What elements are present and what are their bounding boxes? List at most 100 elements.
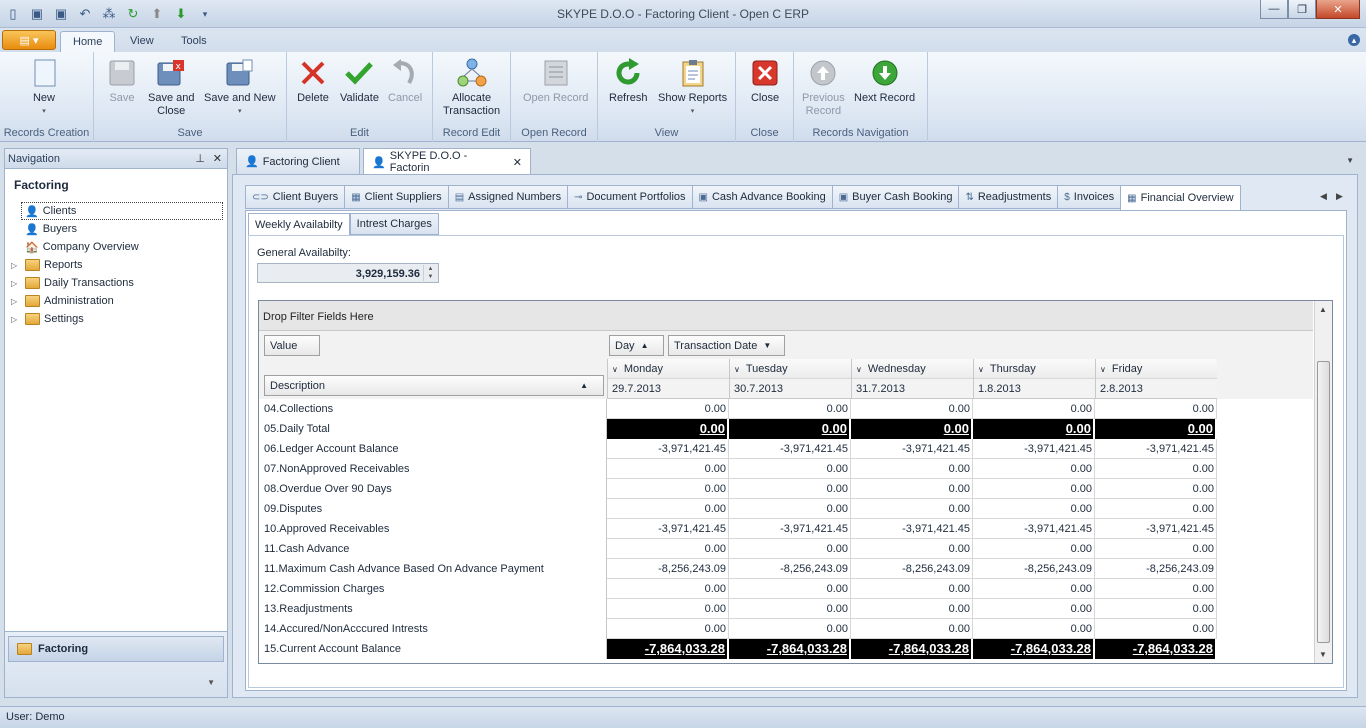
transaction-date-field-chip[interactable]: Transaction Date ▼ xyxy=(668,335,785,356)
expand-icon[interactable]: ▷ xyxy=(11,279,17,288)
tab-client-suppliers[interactable]: ▦ Client Suppliers xyxy=(344,185,448,209)
factoring-group-button[interactable]: Factoring xyxy=(8,636,224,662)
scroll-up-icon[interactable]: ▲ xyxy=(1319,305,1327,314)
nav-item-administration[interactable]: ▷ Administration xyxy=(5,292,227,310)
table-cell[interactable]: 0.00 xyxy=(851,399,973,419)
table-cell[interactable]: -3,971,421.45 xyxy=(729,439,851,459)
table-cell[interactable]: 0.00 xyxy=(729,579,851,599)
collapse-icon[interactable]: ∨ xyxy=(734,365,740,374)
table-cell[interactable]: 0.00 xyxy=(607,579,729,599)
table-cell[interactable]: 0.00 xyxy=(973,479,1095,499)
help-icon[interactable]: ▴ xyxy=(1348,34,1360,46)
table-cell[interactable]: 0.00 xyxy=(1095,459,1217,479)
table-cell[interactable]: -8,256,243.09 xyxy=(1095,559,1217,579)
table-cell[interactable]: 0.00 xyxy=(729,399,851,419)
table-cell[interactable]: 0.00 xyxy=(973,499,1095,519)
table-cell[interactable]: 0.00 xyxy=(1095,539,1217,559)
table-cell[interactable]: 0.00 xyxy=(973,459,1095,479)
table-cell[interactable]: -7,864,033.28 xyxy=(851,639,973,659)
expand-icon[interactable]: ▷ xyxy=(11,297,17,306)
tab-assigned-numbers[interactable]: ▤ Assigned Numbers xyxy=(447,185,568,209)
expand-icon[interactable]: ▷ xyxy=(11,315,17,324)
table-cell[interactable]: 0.00 xyxy=(607,499,729,519)
day-column-header[interactable]: ∨ Wednesday 31.7.2013 xyxy=(851,359,973,399)
allocate-transaction-button[interactable]: Allocate Transaction xyxy=(443,58,500,118)
collapse-icon[interactable]: ∨ xyxy=(1100,365,1106,374)
table-cell[interactable]: -7,864,033.28 xyxy=(973,639,1095,659)
spin-icon[interactable]: ▲ ▼ xyxy=(423,265,437,281)
table-cell[interactable]: -8,256,243.09 xyxy=(729,559,851,579)
previous-record-button[interactable]: Previous Record xyxy=(802,58,845,118)
table-cell[interactable]: 0.00 xyxy=(729,459,851,479)
table-cell[interactable]: 0.00 xyxy=(729,599,851,619)
table-cell[interactable]: -8,256,243.09 xyxy=(851,559,973,579)
tab-readjustments[interactable]: ⇅ Readjustments xyxy=(958,185,1058,209)
day-column-header[interactable]: ∨ Tuesday 30.7.2013 xyxy=(729,359,851,399)
table-cell[interactable]: 0.00 xyxy=(973,599,1095,619)
nav-item-daily-transactions[interactable]: ▷ Daily Transactions xyxy=(5,274,227,292)
vertical-scrollbar[interactable]: ▲ ▼ xyxy=(1314,301,1332,663)
table-cell[interactable]: -3,971,421.45 xyxy=(729,519,851,539)
tab-cash-advance-booking[interactable]: ▣ Cash Advance Booking xyxy=(691,185,832,209)
table-cell[interactable]: -7,864,033.28 xyxy=(607,639,729,659)
table-cell[interactable]: 0.00 xyxy=(1095,479,1217,499)
delete-button[interactable]: Delete xyxy=(297,58,329,105)
table-cell[interactable]: -8,256,243.09 xyxy=(607,559,729,579)
next-record-button[interactable]: Next Record xyxy=(854,58,915,105)
scroll-down-icon[interactable]: ▼ xyxy=(1319,650,1327,659)
table-cell[interactable]: 0.00 xyxy=(1095,579,1217,599)
table-cell[interactable]: -8,256,243.09 xyxy=(973,559,1095,579)
table-cell[interactable]: 0.00 xyxy=(973,419,1095,439)
minimize-button[interactable]: — xyxy=(1260,0,1288,19)
refresh-button[interactable]: Refresh xyxy=(609,58,648,105)
table-cell[interactable]: 0.00 xyxy=(851,579,973,599)
collapse-icon[interactable]: ∨ xyxy=(612,365,618,374)
table-cell[interactable]: 0.00 xyxy=(973,619,1095,639)
table-cell[interactable]: -3,971,421.45 xyxy=(1095,439,1217,459)
tab-financial-overview[interactable]: ▦ Financial Overview xyxy=(1120,185,1241,211)
table-cell[interactable]: 0.00 xyxy=(607,619,729,639)
tab-scroll-left-icon[interactable]: ◀ xyxy=(1320,191,1327,202)
table-cell[interactable]: -3,971,421.45 xyxy=(973,439,1095,459)
save-button[interactable]: Save xyxy=(106,58,138,105)
table-cell[interactable]: 0.00 xyxy=(729,539,851,559)
value-field-chip[interactable]: Value xyxy=(264,335,320,356)
tab-interest-charges[interactable]: Intrest Charges xyxy=(349,213,439,235)
day-column-header[interactable]: ∨ Thursday 1.8.2013 xyxy=(973,359,1095,399)
close-icon[interactable]: ✕ xyxy=(213,152,222,165)
table-cell[interactable]: 0.00 xyxy=(607,459,729,479)
table-cell[interactable]: 0.00 xyxy=(851,459,973,479)
table-cell[interactable]: 0.00 xyxy=(729,619,851,639)
table-cell[interactable]: -3,971,421.45 xyxy=(851,439,973,459)
tab-weekly-availability[interactable]: Weekly Availabilty xyxy=(248,213,350,236)
open-record-button[interactable]: Open Record xyxy=(523,58,588,105)
table-cell[interactable]: 0.00 xyxy=(1095,419,1217,439)
nav-item-clients[interactable]: 👤 Clients xyxy=(21,202,223,220)
nav-item-buyers[interactable]: 👤 Buyers xyxy=(5,220,227,238)
table-cell[interactable]: 0.00 xyxy=(1095,619,1217,639)
day-column-header[interactable]: ∨ Friday 2.8.2013 xyxy=(1095,359,1217,399)
table-cell[interactable]: -7,864,033.28 xyxy=(1095,639,1217,659)
scroll-thumb[interactable] xyxy=(1317,361,1330,643)
new-button[interactable]: New ▾ xyxy=(28,58,60,118)
table-cell[interactable]: -7,864,033.28 xyxy=(729,639,851,659)
save-and-new-button[interactable]: Save and New ▾ xyxy=(204,58,276,118)
doc-tab-skype[interactable]: 👤 SKYPE D.O.O - Factorin ✕ xyxy=(363,148,531,175)
tab-tools[interactable]: Tools xyxy=(169,31,219,52)
close-tab-icon[interactable]: ✕ xyxy=(513,156,522,169)
table-cell[interactable]: 0.00 xyxy=(729,479,851,499)
tab-document-portfolios[interactable]: ⊸ Document Portfolios xyxy=(567,185,692,209)
table-cell[interactable]: -3,971,421.45 xyxy=(1095,519,1217,539)
table-cell[interactable]: 0.00 xyxy=(973,539,1095,559)
tab-buyer-cash-booking[interactable]: ▣ Buyer Cash Booking xyxy=(831,185,959,209)
general-availability-field[interactable]: 3,929,159.36 ▲ ▼ xyxy=(257,263,439,283)
table-cell[interactable]: 0.00 xyxy=(729,499,851,519)
table-cell[interactable]: 0.00 xyxy=(973,579,1095,599)
tab-home[interactable]: Home xyxy=(60,31,116,52)
save-and-close-button[interactable]: x Save and Close xyxy=(148,58,194,118)
table-cell[interactable]: -3,971,421.45 xyxy=(607,519,729,539)
table-cell[interactable]: 0.00 xyxy=(1095,399,1217,419)
table-cell[interactable]: 0.00 xyxy=(851,599,973,619)
table-cell[interactable]: 0.00 xyxy=(851,499,973,519)
tab-view[interactable]: View xyxy=(118,31,166,52)
